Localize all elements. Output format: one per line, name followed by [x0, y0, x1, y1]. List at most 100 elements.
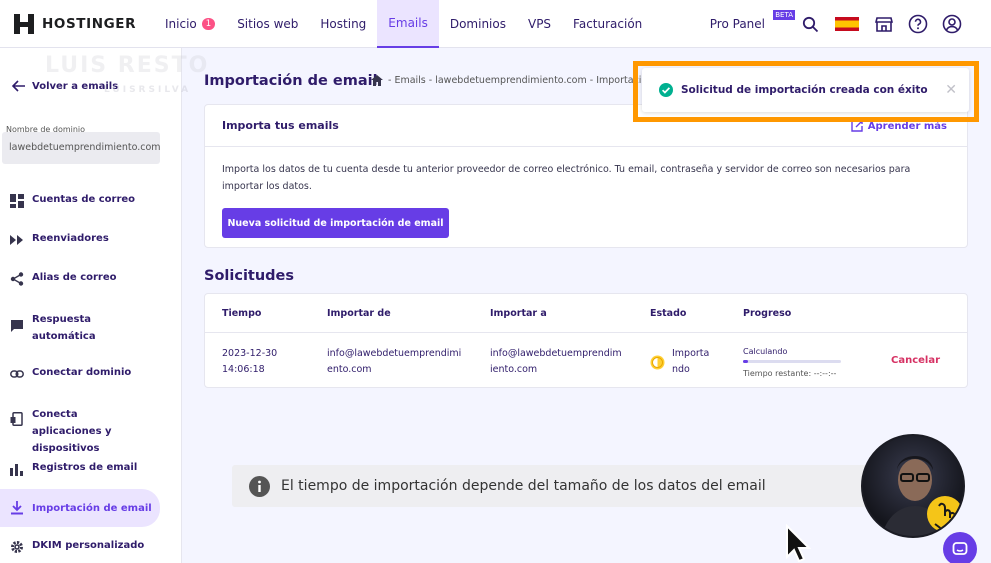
sidebar-item-respuesta[interactable]: Respuesta automática [0, 311, 130, 345]
close-icon[interactable]: ✕ [945, 82, 957, 98]
requests-table: Tiempo Importar de Importar a Estado Pro… [204, 293, 968, 388]
cancel-import-button[interactable]: Cancelar [891, 355, 940, 366]
nav-vps[interactable]: VPS [517, 0, 562, 48]
sidebar-item-registros[interactable]: Registros de email [0, 462, 160, 476]
check-circle-icon [659, 83, 673, 97]
page-title: Importación de email [204, 73, 378, 89]
toast-message: Solicitud de importación creada con éxit… [681, 84, 928, 96]
progress-bar-fill [743, 360, 748, 363]
notification-badge: 1 [201, 17, 216, 30]
cell-time: 2023-12-30 14:06:18 [222, 346, 277, 378]
new-import-request-button[interactable]: Nueva solicitud de importación de email [222, 208, 449, 238]
progress-label: Calculando [743, 347, 788, 356]
cell-status-line2: ndo [672, 364, 690, 375]
search-icon[interactable] [799, 13, 821, 35]
sidebar-item-importacion[interactable]: Importación de email [0, 489, 160, 527]
chat-icon [952, 542, 968, 555]
cell-from: info@lawebdetuemprendimi ento.com [327, 346, 461, 378]
sidebar-item-reenviadores[interactable]: Reenviadores [0, 233, 160, 247]
domain-select[interactable]: lawebdetuemprendimiento.com [2, 132, 160, 164]
forward-icon [10, 235, 23, 245]
download-icon [11, 501, 23, 515]
sidebar-item-conectar-dominio[interactable]: Conectar dominio [0, 367, 160, 381]
header-tools: Pro Panel BETA [710, 0, 991, 48]
cell-status-line1: Importa [672, 348, 710, 359]
pro-panel-label: Pro Panel [709, 17, 765, 31]
sidebar: Volver a emails Nombre de dominio lawebd… [0, 48, 182, 563]
nav-facturacion[interactable]: Facturación [562, 0, 653, 48]
sidebar-item-label: Importación de email [32, 502, 152, 514]
nav-dominios[interactable]: Dominios [439, 0, 517, 48]
link-icon [10, 370, 24, 378]
in-progress-icon [650, 355, 665, 369]
cell-time-date: 2023-12-30 [222, 348, 278, 359]
sidebar-item-label: Registros de email [32, 462, 138, 473]
video-caption: El tiempo de importación depende del tam… [232, 465, 872, 507]
top-navigation-bar: HOSTINGER Inicio 1 Sitios web Hosting Em… [0, 0, 991, 48]
devices-icon [10, 412, 23, 426]
sidebar-item-cuentas[interactable]: Cuentas de correo [0, 194, 160, 208]
spain-flag-icon[interactable] [835, 17, 859, 31]
presenter-image [881, 456, 963, 536]
breadcrumb: - Emails - lawebdetuemprendimiento.com -… [371, 75, 641, 86]
account-icon[interactable] [941, 13, 963, 35]
watermark-name: LUIS RESTO [45, 53, 210, 78]
column-header-importar-de: Importar de [327, 308, 391, 319]
auto-reply-icon [11, 320, 23, 332]
dashboard-icon [10, 194, 24, 208]
sidebar-item-label: Conecta aplicaciones y dispositivos [32, 409, 112, 454]
store-icon[interactable] [873, 13, 895, 35]
bar-chart-icon [10, 464, 23, 476]
sidebar-item-alias[interactable]: Alias de correo [0, 272, 160, 286]
pro-panel-link[interactable]: Pro Panel BETA [709, 10, 795, 31]
breadcrumb-path[interactable]: - Emails - lawebdetuemprendimiento.com -… [388, 75, 641, 86]
column-header-estado: Estado [650, 308, 687, 319]
gear-icon [11, 541, 23, 553]
column-header-tiempo: Tiempo [222, 308, 262, 319]
sidebar-item-dkim[interactable]: DKIM personalizado [0, 540, 160, 554]
nav-sitios-web[interactable]: Sitios web [226, 0, 309, 48]
hostinger-logo[interactable]: HOSTINGER [14, 13, 144, 34]
mouse-cursor-icon [786, 524, 811, 563]
table-divider [205, 332, 967, 333]
requests-title: Solicitudes [204, 268, 295, 284]
remaining-time: Tiempo restante: --:--:-- [743, 369, 837, 378]
column-header-importar-a: Importar a [490, 308, 547, 319]
cell-to-line2: iento.com [490, 364, 538, 375]
sidebar-item-label: DKIM personalizado [32, 540, 145, 551]
brand-name: HOSTINGER [42, 15, 137, 32]
nav-inicio[interactable]: Inicio 1 [154, 0, 226, 48]
progress-bar [743, 360, 841, 363]
sidebar-item-label: Cuentas de correo [32, 194, 136, 205]
beta-badge: BETA [773, 10, 795, 20]
share-icon [10, 272, 24, 286]
import-description: Importa los datos de tu cuenta desde tu … [222, 164, 911, 192]
cell-from-line2: ento.com [327, 364, 372, 375]
sidebar-item-label: Conectar dominio [32, 367, 132, 378]
watermark-handle: LUISRSILVA [104, 85, 192, 95]
arrow-left-icon [12, 80, 25, 92]
back-to-emails-link[interactable]: Volver a emails [12, 80, 118, 92]
cell-status: Importa ndo [650, 346, 709, 378]
home-icon[interactable] [371, 75, 383, 86]
learn-more-label: Aprender más [867, 120, 947, 132]
nav-inicio-label: Inicio [165, 16, 197, 31]
help-icon[interactable] [907, 13, 929, 35]
cell-time-clock: 14:06:18 [222, 364, 265, 375]
main-nav: Inicio 1 Sitios web Hosting Emails Domin… [154, 0, 653, 48]
sidebar-item-label: Respuesta automática [32, 314, 96, 342]
sidebar-item-label: Alias de correo [32, 272, 117, 283]
column-header-progreso: Progreso [743, 308, 792, 319]
nav-emails[interactable]: Emails [377, 0, 439, 48]
info-icon [249, 475, 270, 497]
nav-hosting[interactable]: Hosting [309, 0, 377, 48]
hostinger-logo-icon [14, 13, 34, 34]
chat-button[interactable] [943, 532, 977, 563]
cell-to: info@lawebdetuemprendim iento.com [490, 346, 622, 378]
cell-to-line1: info@lawebdetuemprendim [490, 348, 622, 359]
sidebar-item-conecta-apps[interactable]: Conecta aplicaciones y dispositivos [0, 406, 150, 457]
cell-from-line1: info@lawebdetuemprendimi [327, 348, 462, 359]
success-toast: Solicitud de importación creada con éxit… [642, 68, 969, 112]
sidebar-item-label: Reenviadores [32, 233, 109, 244]
presenter-video [861, 434, 965, 538]
